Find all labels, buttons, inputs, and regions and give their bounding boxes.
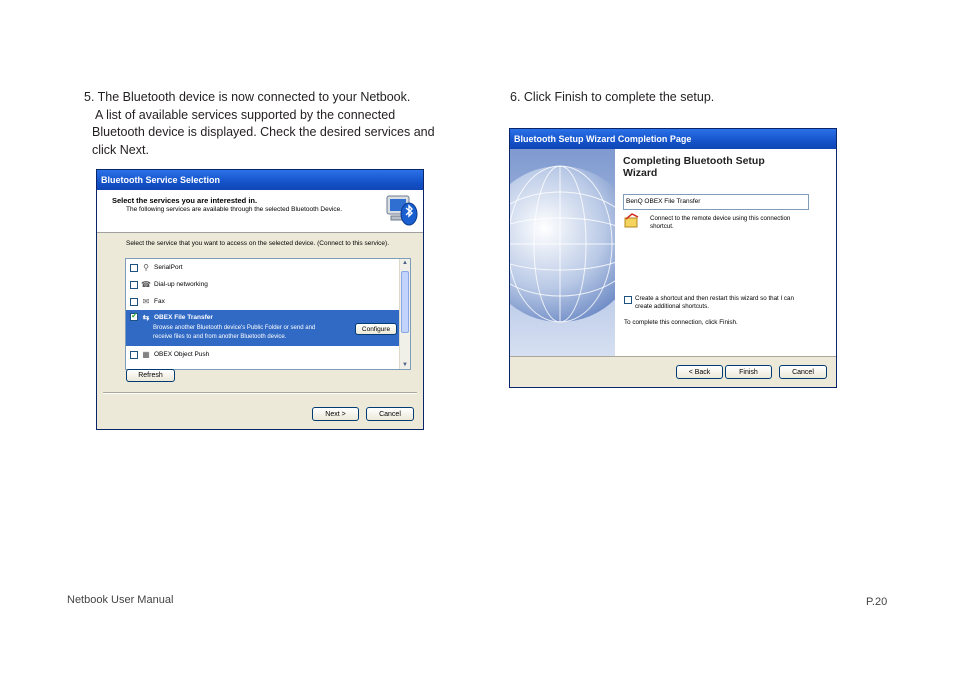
file-transfer-icon: ⇆ bbox=[142, 312, 150, 322]
footer-manual-title: Netbook User Manual bbox=[67, 594, 174, 606]
step-6-instructions: 6. Click Finish to complete the setup. bbox=[510, 90, 715, 104]
service-instruction: Select the service that you want to acce… bbox=[126, 239, 396, 248]
cancel-button[interactable]: Cancel bbox=[366, 407, 414, 421]
create-shortcut-option[interactable]: Create a shortcut and then restart this … bbox=[624, 295, 794, 311]
service-item-serialport[interactable]: ⚲ SerialPort bbox=[126, 259, 410, 276]
obex-file-transfer-label: OBEX File Transfer bbox=[154, 313, 213, 321]
serialport-checkbox[interactable] bbox=[130, 263, 138, 272]
shortcut-line-2: create additional shortcuts. bbox=[635, 303, 709, 310]
step-5-line-4: click Next. bbox=[92, 142, 149, 157]
completion-cancel-button[interactable]: Cancel bbox=[779, 365, 827, 379]
dialup-icon: ☎ bbox=[141, 280, 151, 289]
service-selection-dialog: Bluetooth Service Selection Select the s… bbox=[96, 169, 424, 430]
service-selection-titlebar: Bluetooth Service Selection bbox=[97, 170, 423, 190]
step-5-line-2: A list of available services supported b… bbox=[95, 107, 396, 122]
service-item-obex-object-push[interactable]: ▦ OBEX Object Push bbox=[126, 346, 410, 363]
completion-heading: Completing Bluetooth Setup Wizard bbox=[623, 155, 765, 179]
device-name-field: BenQ OBEX File Transfer bbox=[623, 194, 809, 210]
step-5-line-3: Bluetooth device is displayed. Check the… bbox=[92, 125, 435, 139]
serialport-label: SerialPort bbox=[154, 264, 183, 271]
fax-icon: ✉ bbox=[142, 297, 150, 306]
back-button[interactable]: < Back bbox=[676, 365, 723, 379]
connect-line-2: shortcut. bbox=[650, 223, 674, 230]
configure-button[interactable]: Configure bbox=[355, 323, 397, 335]
obex-file-transfer-row: ⇆ OBEX File Transfer bbox=[126, 310, 399, 324]
scroll-thumb[interactable] bbox=[401, 271, 409, 333]
service-item-dialup[interactable]: ☎ Dial-up networking bbox=[126, 276, 410, 293]
obex-object-push-label: OBEX Object Push bbox=[154, 351, 210, 358]
connect-description: Connect to the remote device using this … bbox=[650, 215, 790, 231]
dialup-label: Dial-up networking bbox=[154, 281, 208, 288]
header-title: Select the services you are interested i… bbox=[112, 196, 258, 205]
shortcut-icon bbox=[623, 213, 641, 229]
service-item-fax[interactable]: ✉ Fax bbox=[126, 293, 410, 310]
completion-dialog: Bluetooth Setup Wizard Completion Page C… bbox=[509, 128, 837, 388]
step-5-line-1: 5. The Bluetooth device is now connected… bbox=[84, 90, 411, 104]
completion-heading-line-2: Wizard bbox=[623, 167, 658, 179]
dialup-checkbox[interactable] bbox=[130, 280, 138, 289]
globe-banner-image bbox=[510, 149, 639, 356]
refresh-button[interactable]: Refresh bbox=[126, 369, 175, 382]
connect-line-1: Connect to the remote device using this … bbox=[650, 215, 791, 222]
footer-page-number: P.20 bbox=[866, 596, 888, 608]
scroll-down-icon[interactable]: ▼ bbox=[400, 362, 410, 368]
dialog1-separator bbox=[103, 392, 417, 394]
fax-label: Fax bbox=[154, 298, 165, 305]
finish-button[interactable]: Finish bbox=[725, 365, 772, 379]
obex-file-transfer-checkbox[interactable] bbox=[130, 311, 138, 321]
create-shortcut-checkbox[interactable] bbox=[624, 296, 632, 304]
create-shortcut-label: Create a shortcut and then restart this … bbox=[635, 295, 794, 311]
finish-note: To complete this connection, click Finis… bbox=[624, 319, 738, 326]
completion-heading-line-1: Completing Bluetooth Setup bbox=[623, 155, 765, 167]
completion-titlebar: Bluetooth Setup Wizard Completion Page bbox=[510, 129, 836, 149]
serial-port-icon: ⚲ bbox=[143, 263, 149, 272]
header-subtitle: The following services are available thr… bbox=[126, 206, 343, 213]
scroll-up-icon[interactable]: ▲ bbox=[400, 260, 410, 266]
obex-object-push-checkbox[interactable] bbox=[130, 350, 138, 359]
service-instruction-text: Select the service that you want to acce… bbox=[126, 240, 390, 247]
service-selection-header: Select the services you are interested i… bbox=[97, 190, 423, 233]
fax-checkbox[interactable] bbox=[130, 297, 138, 306]
bluetooth-computer-icon bbox=[385, 192, 419, 228]
service-list[interactable]: ⚲ SerialPort ☎ Dial-up networking ✉ Fax … bbox=[125, 258, 411, 370]
object-push-icon: ▦ bbox=[142, 350, 150, 359]
step-5-instructions: 5. The Bluetooth device is now connected… bbox=[84, 89, 484, 159]
completion-content: Completing Bluetooth Setup Wizard BenQ O… bbox=[615, 149, 836, 356]
shortcut-line-1: Create a shortcut and then restart this … bbox=[635, 295, 794, 302]
next-button[interactable]: Next > bbox=[312, 407, 359, 421]
service-list-scrollbar[interactable]: ▲ ▼ bbox=[399, 259, 410, 369]
service-item-obex-file-transfer[interactable]: ⇆ OBEX File Transfer Browse another Blue… bbox=[126, 310, 399, 346]
